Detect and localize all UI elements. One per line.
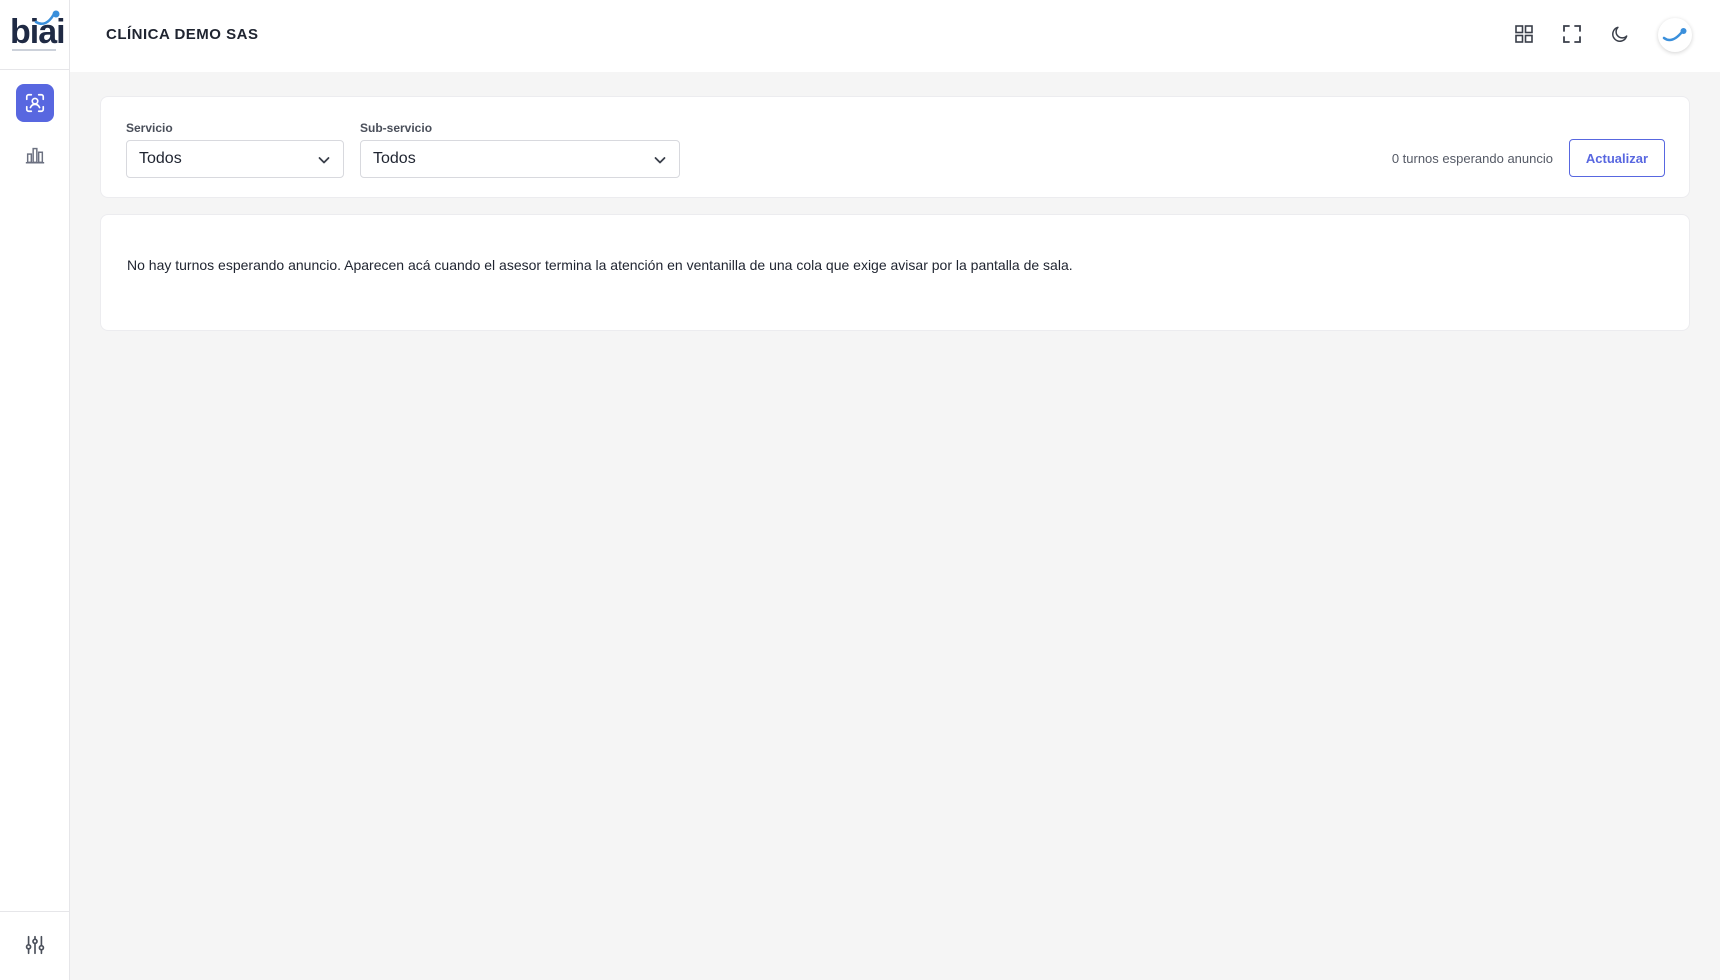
apps-button[interactable] xyxy=(1510,20,1538,48)
sub-service-select-value: Todos xyxy=(373,150,416,167)
service-select[interactable]: Todos xyxy=(126,140,344,178)
sidebar-divider xyxy=(0,911,70,912)
sidebar-item-settings[interactable] xyxy=(16,926,54,964)
sidebar: biai xyxy=(0,0,70,980)
refresh-button[interactable]: Actualizar xyxy=(1569,139,1665,177)
service-label: Servicio xyxy=(126,121,173,135)
user-avatar[interactable] xyxy=(1658,18,1692,52)
grid-icon xyxy=(1515,25,1533,43)
brand-swoosh-icon xyxy=(1662,28,1687,42)
chevron-down-icon xyxy=(318,157,330,164)
sub-service-label: Sub-servicio xyxy=(360,121,433,135)
sidebar-item-reports[interactable] xyxy=(16,136,54,174)
dark-mode-toggle[interactable] xyxy=(1606,20,1634,48)
person-scan-icon xyxy=(25,93,45,113)
fullscreen-button[interactable] xyxy=(1558,20,1586,48)
bar-chart-icon xyxy=(25,147,45,164)
fullscreen-icon xyxy=(1563,25,1581,43)
page-title: CLÍNICA DEMO SAS xyxy=(106,26,259,43)
sub-service-select[interactable]: Todos xyxy=(360,140,680,178)
brand-logo[interactable]: biai xyxy=(0,0,70,70)
sliders-icon xyxy=(25,935,45,955)
sidebar-item-attention[interactable] xyxy=(16,84,54,122)
top-bar: CLÍNICA DEMO SAS xyxy=(70,0,1720,72)
service-select-value: Todos xyxy=(139,150,182,167)
moon-icon xyxy=(1612,26,1628,42)
logo-text: biai xyxy=(10,13,66,51)
filter-panel: Servicio Todos Sub-servicio Todos 0 turn… xyxy=(100,96,1690,198)
waiting-count: 0 turnos esperando anuncio xyxy=(1391,151,1553,166)
chevron-down-icon xyxy=(654,157,666,164)
empty-state-panel: No hay turnos esperando anuncio. Aparece… xyxy=(100,214,1690,331)
empty-state-message: No hay turnos esperando anuncio. Aparece… xyxy=(127,257,1073,273)
